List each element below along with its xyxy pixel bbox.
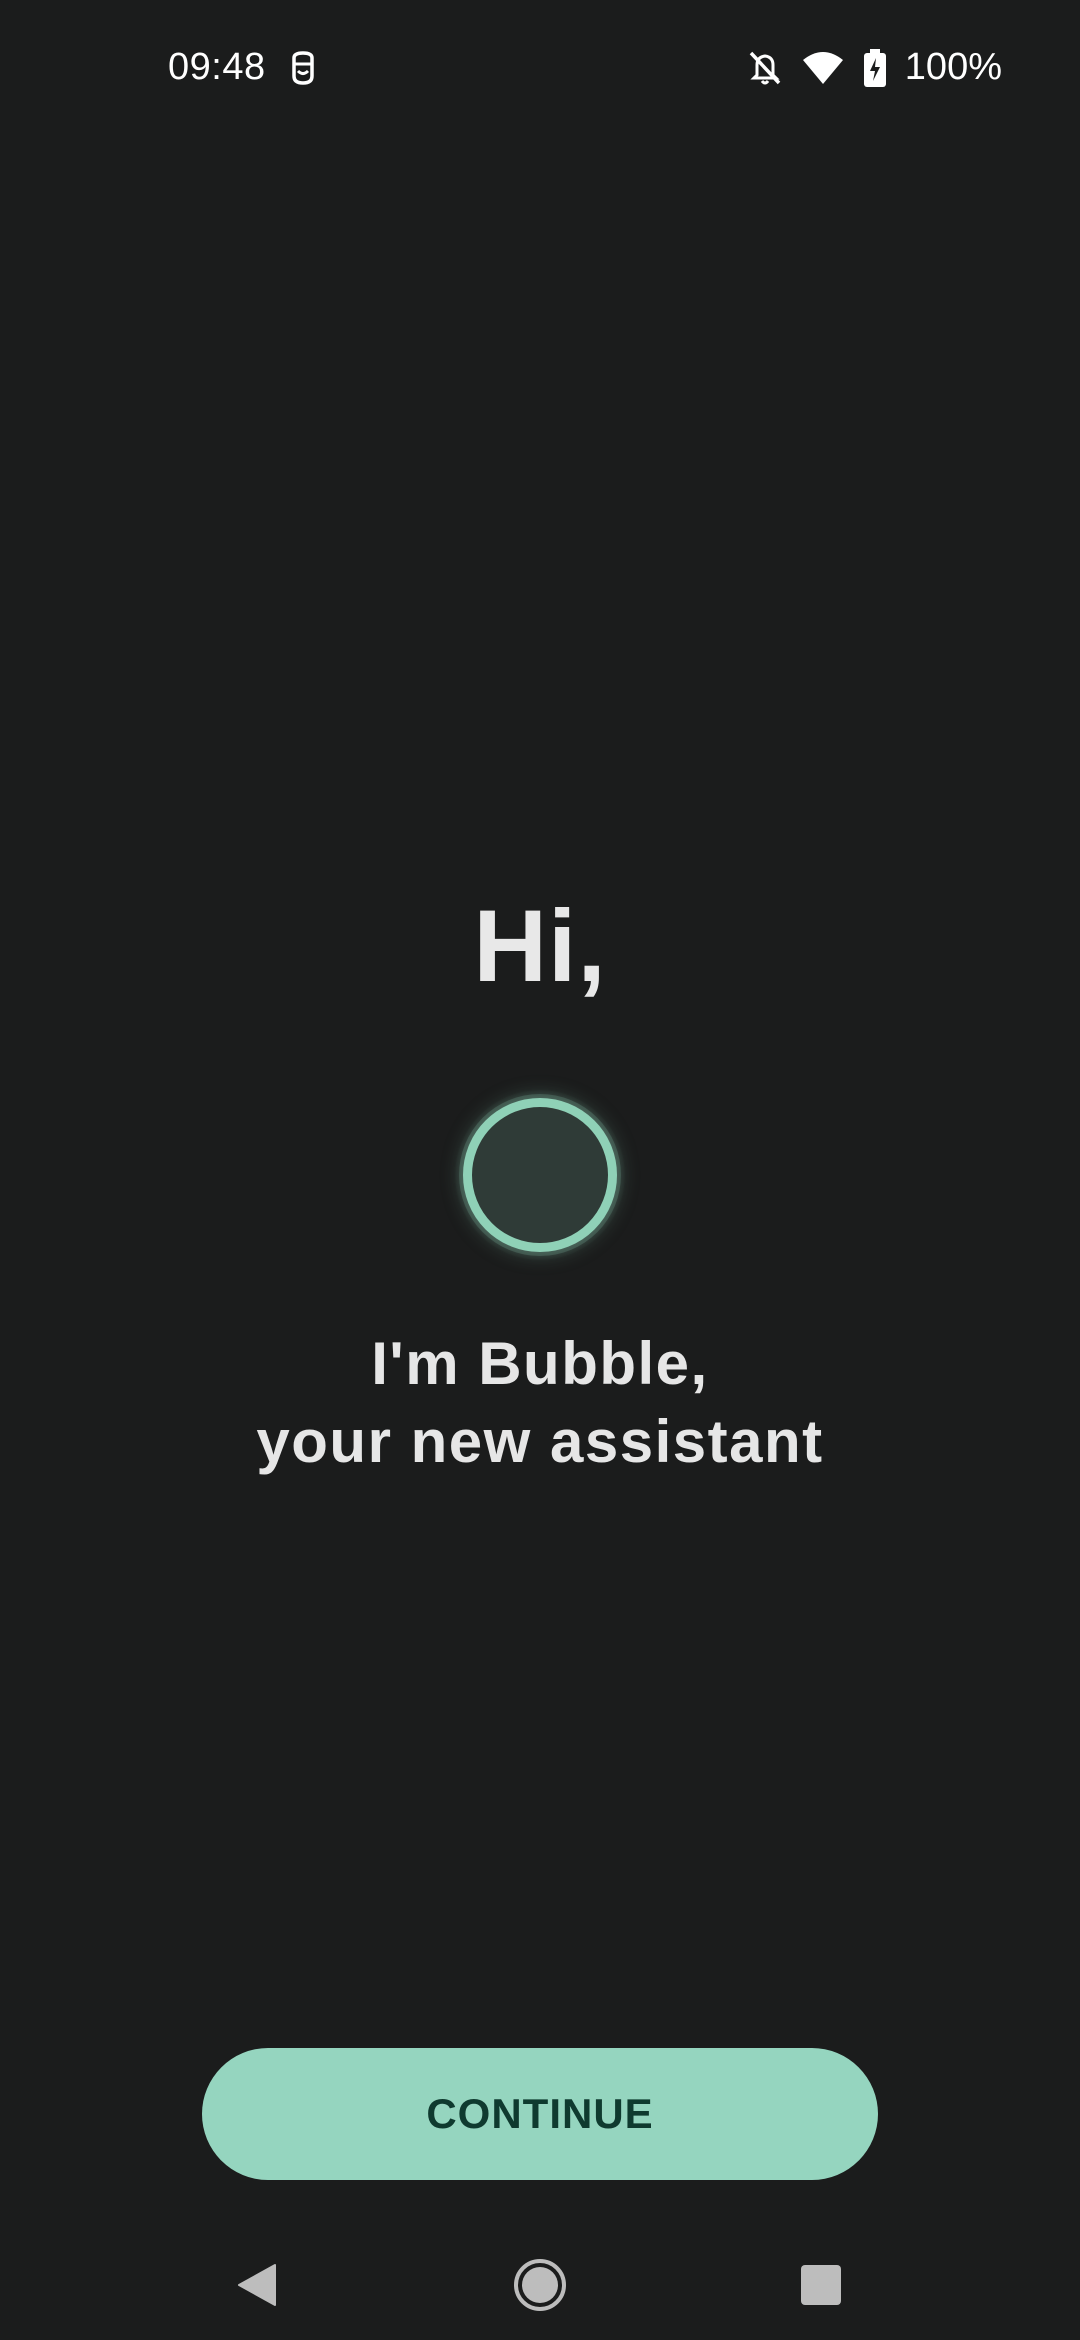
- intro-text: I'm Bubble, your new assistant: [0, 1325, 1080, 1481]
- navigation-bar: [0, 2230, 1080, 2340]
- intro-text-line-2: your new assistant: [256, 1408, 824, 1475]
- assistant-status-icon: [288, 50, 318, 86]
- nav-back-button[interactable]: [222, 2250, 292, 2320]
- status-time: 09:48: [168, 46, 266, 88]
- intro-text-line-1: I'm Bubble,: [371, 1330, 709, 1397]
- bubble-avatar: [455, 1090, 625, 1260]
- wifi-icon: [801, 50, 845, 86]
- status-bar: 09:48 100%: [0, 0, 1080, 140]
- continue-button-label: CONTINUE: [426, 2090, 654, 2137]
- continue-button[interactable]: CONTINUE: [202, 2048, 878, 2180]
- back-icon: [235, 2261, 279, 2309]
- battery-percent: 100%: [904, 46, 1002, 88]
- status-bar-left: 09:48: [168, 46, 318, 89]
- home-icon: [513, 2258, 567, 2312]
- bell-off-icon: [747, 49, 783, 87]
- status-bar-right: 100%: [747, 46, 1002, 89]
- nav-home-button[interactable]: [505, 2250, 575, 2320]
- bubble-circle-icon: [463, 1098, 617, 1252]
- screen: 09:48 100% Hi, I'm Bubble, your new assi…: [0, 0, 1080, 2340]
- nav-recents-button[interactable]: [786, 2250, 856, 2320]
- greeting-heading: Hi,: [473, 889, 607, 1003]
- recents-icon: [799, 2263, 843, 2307]
- battery-charging-icon: [863, 48, 887, 88]
